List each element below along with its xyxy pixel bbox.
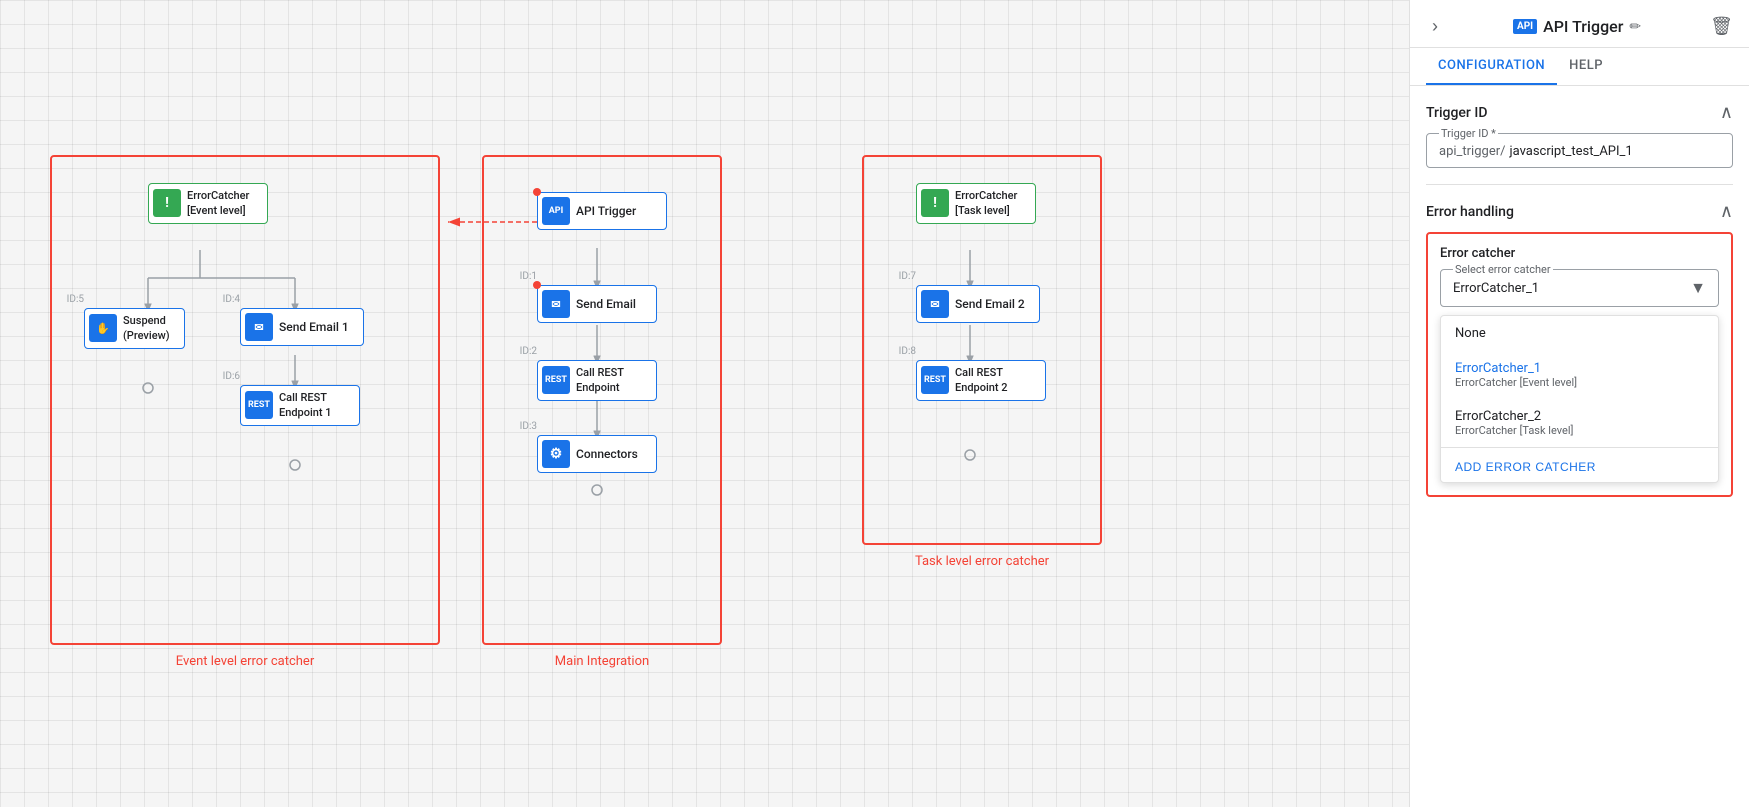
trigger-id-section: Trigger ID ∧ Trigger ID * api_trigger/ j… bbox=[1426, 102, 1733, 185]
error-handling-header: Error handling ∧ bbox=[1426, 201, 1733, 222]
panel-title: API API Trigger ✏ bbox=[1513, 17, 1641, 36]
panel-tabs: CONFIGURATION HELP bbox=[1410, 48, 1749, 86]
task-catcher-label: Task level error catcher bbox=[915, 554, 1049, 569]
trigger-id-title: Trigger ID bbox=[1426, 105, 1487, 121]
panel-title-text: API Trigger bbox=[1543, 17, 1623, 36]
dropdown-option-none[interactable]: None bbox=[1441, 316, 1718, 351]
dropdown-none-label: None bbox=[1455, 326, 1486, 341]
dropdown-ec1-sublabel: ErrorCatcher [Event level] bbox=[1455, 376, 1704, 389]
api-badge: API bbox=[1513, 19, 1537, 34]
select-label: Select error catcher bbox=[1453, 263, 1553, 276]
selected-option-text: ErrorCatcher_1 bbox=[1453, 281, 1539, 296]
select-value: ErrorCatcher_1 ▼ bbox=[1453, 278, 1706, 298]
error-handling-toggle[interactable]: ∧ bbox=[1720, 201, 1733, 222]
tab-configuration[interactable]: CONFIGURATION bbox=[1426, 48, 1557, 85]
send-email-dot bbox=[533, 281, 541, 289]
tab-help[interactable]: HELP bbox=[1557, 48, 1615, 85]
delete-button[interactable]: 🗑 bbox=[1710, 16, 1733, 37]
panel-header: › API API Trigger ✏ 🗑 bbox=[1410, 0, 1749, 48]
main-integration-label: Main Integration bbox=[555, 654, 649, 669]
error-catcher-select[interactable]: Select error catcher ErrorCatcher_1 ▼ bbox=[1440, 269, 1719, 307]
dropdown-ec2-label: ErrorCatcher_2 bbox=[1455, 409, 1704, 424]
edit-icon[interactable]: ✏ bbox=[1629, 19, 1641, 35]
right-panel: › API API Trigger ✏ 🗑 CONFIGURATION HELP… bbox=[1409, 0, 1749, 807]
error-handling-section: Error handling ∧ Error catcher Select er… bbox=[1426, 201, 1733, 497]
event-catcher-label: Event level error catcher bbox=[176, 654, 314, 669]
dropdown-option-errorcatcher1[interactable]: ErrorCatcher_1 ErrorCatcher [Event level… bbox=[1441, 351, 1718, 399]
collapse-panel-button[interactable]: › bbox=[1426, 14, 1444, 39]
api-trigger-dot bbox=[533, 188, 541, 196]
dropdown-arrow-icon: ▼ bbox=[1690, 278, 1706, 298]
trigger-id-toggle[interactable]: ∧ bbox=[1720, 102, 1733, 123]
trigger-id-prefix: api_trigger/ bbox=[1439, 144, 1505, 159]
add-error-catcher-button[interactable]: ADD ERROR CATCHER bbox=[1441, 452, 1610, 482]
canvas: Event level error catcher ! ErrorCatcher… bbox=[0, 0, 1409, 807]
trigger-id-value: api_trigger/ javascript_test_API_1 bbox=[1439, 144, 1720, 159]
dropdown-ec1-label: ErrorCatcher_1 bbox=[1455, 361, 1704, 376]
trigger-id-field: Trigger ID * api_trigger/ javascript_tes… bbox=[1426, 133, 1733, 168]
dropdown-menu: None ErrorCatcher_1 ErrorCatcher [Event … bbox=[1440, 315, 1719, 483]
trigger-id-text: javascript_test_API_1 bbox=[1509, 144, 1632, 159]
error-catcher-panel: Error catcher Select error catcher Error… bbox=[1426, 232, 1733, 497]
error-handling-title: Error handling bbox=[1426, 204, 1514, 220]
panel-content: Trigger ID ∧ Trigger ID * api_trigger/ j… bbox=[1410, 86, 1749, 513]
dropdown-ec2-sublabel: ErrorCatcher [Task level] bbox=[1455, 424, 1704, 437]
trigger-id-label: Trigger ID * bbox=[1439, 127, 1498, 140]
trigger-id-header: Trigger ID ∧ bbox=[1426, 102, 1733, 123]
dropdown-option-errorcatcher2[interactable]: ErrorCatcher_2 ErrorCatcher [Task level] bbox=[1441, 399, 1718, 447]
error-catcher-label: Error catcher bbox=[1440, 246, 1719, 261]
